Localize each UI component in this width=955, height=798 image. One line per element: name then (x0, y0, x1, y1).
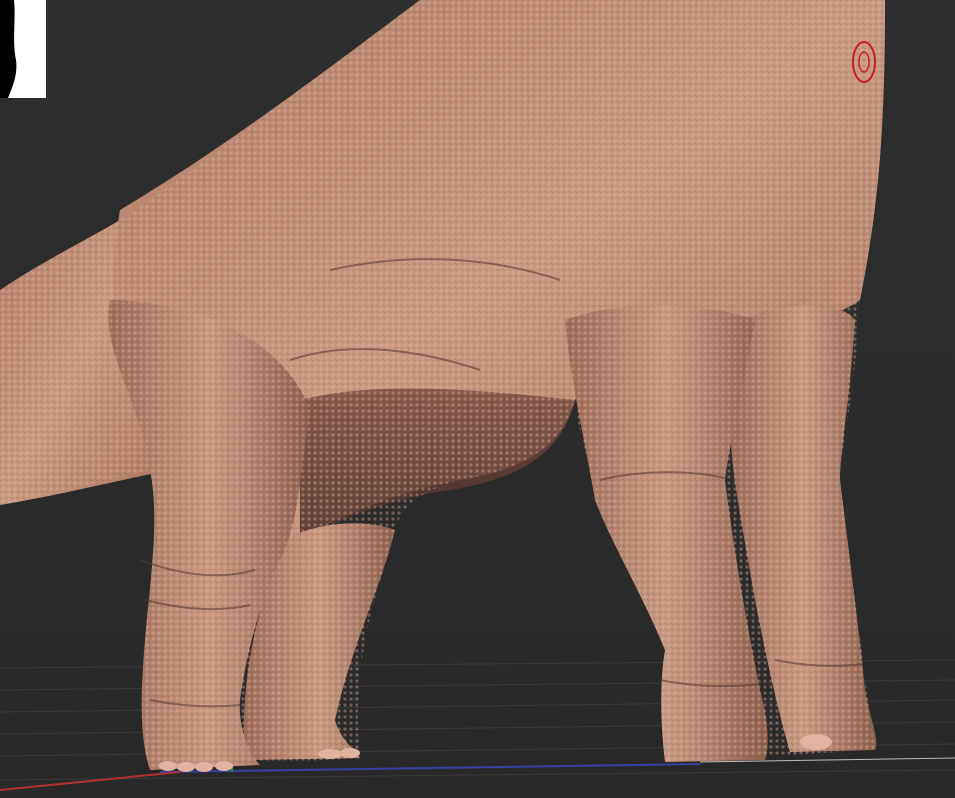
3d-viewport[interactable] (0, 0, 955, 798)
viewport-scene[interactable] (0, 0, 955, 798)
dinosaur-model[interactable] (0, 0, 885, 772)
navigation-thumbnail[interactable] (0, 0, 46, 98)
skin-texture (0, 0, 885, 770)
axis-x-line (0, 771, 181, 791)
silhouette-icon (0, 0, 17, 98)
